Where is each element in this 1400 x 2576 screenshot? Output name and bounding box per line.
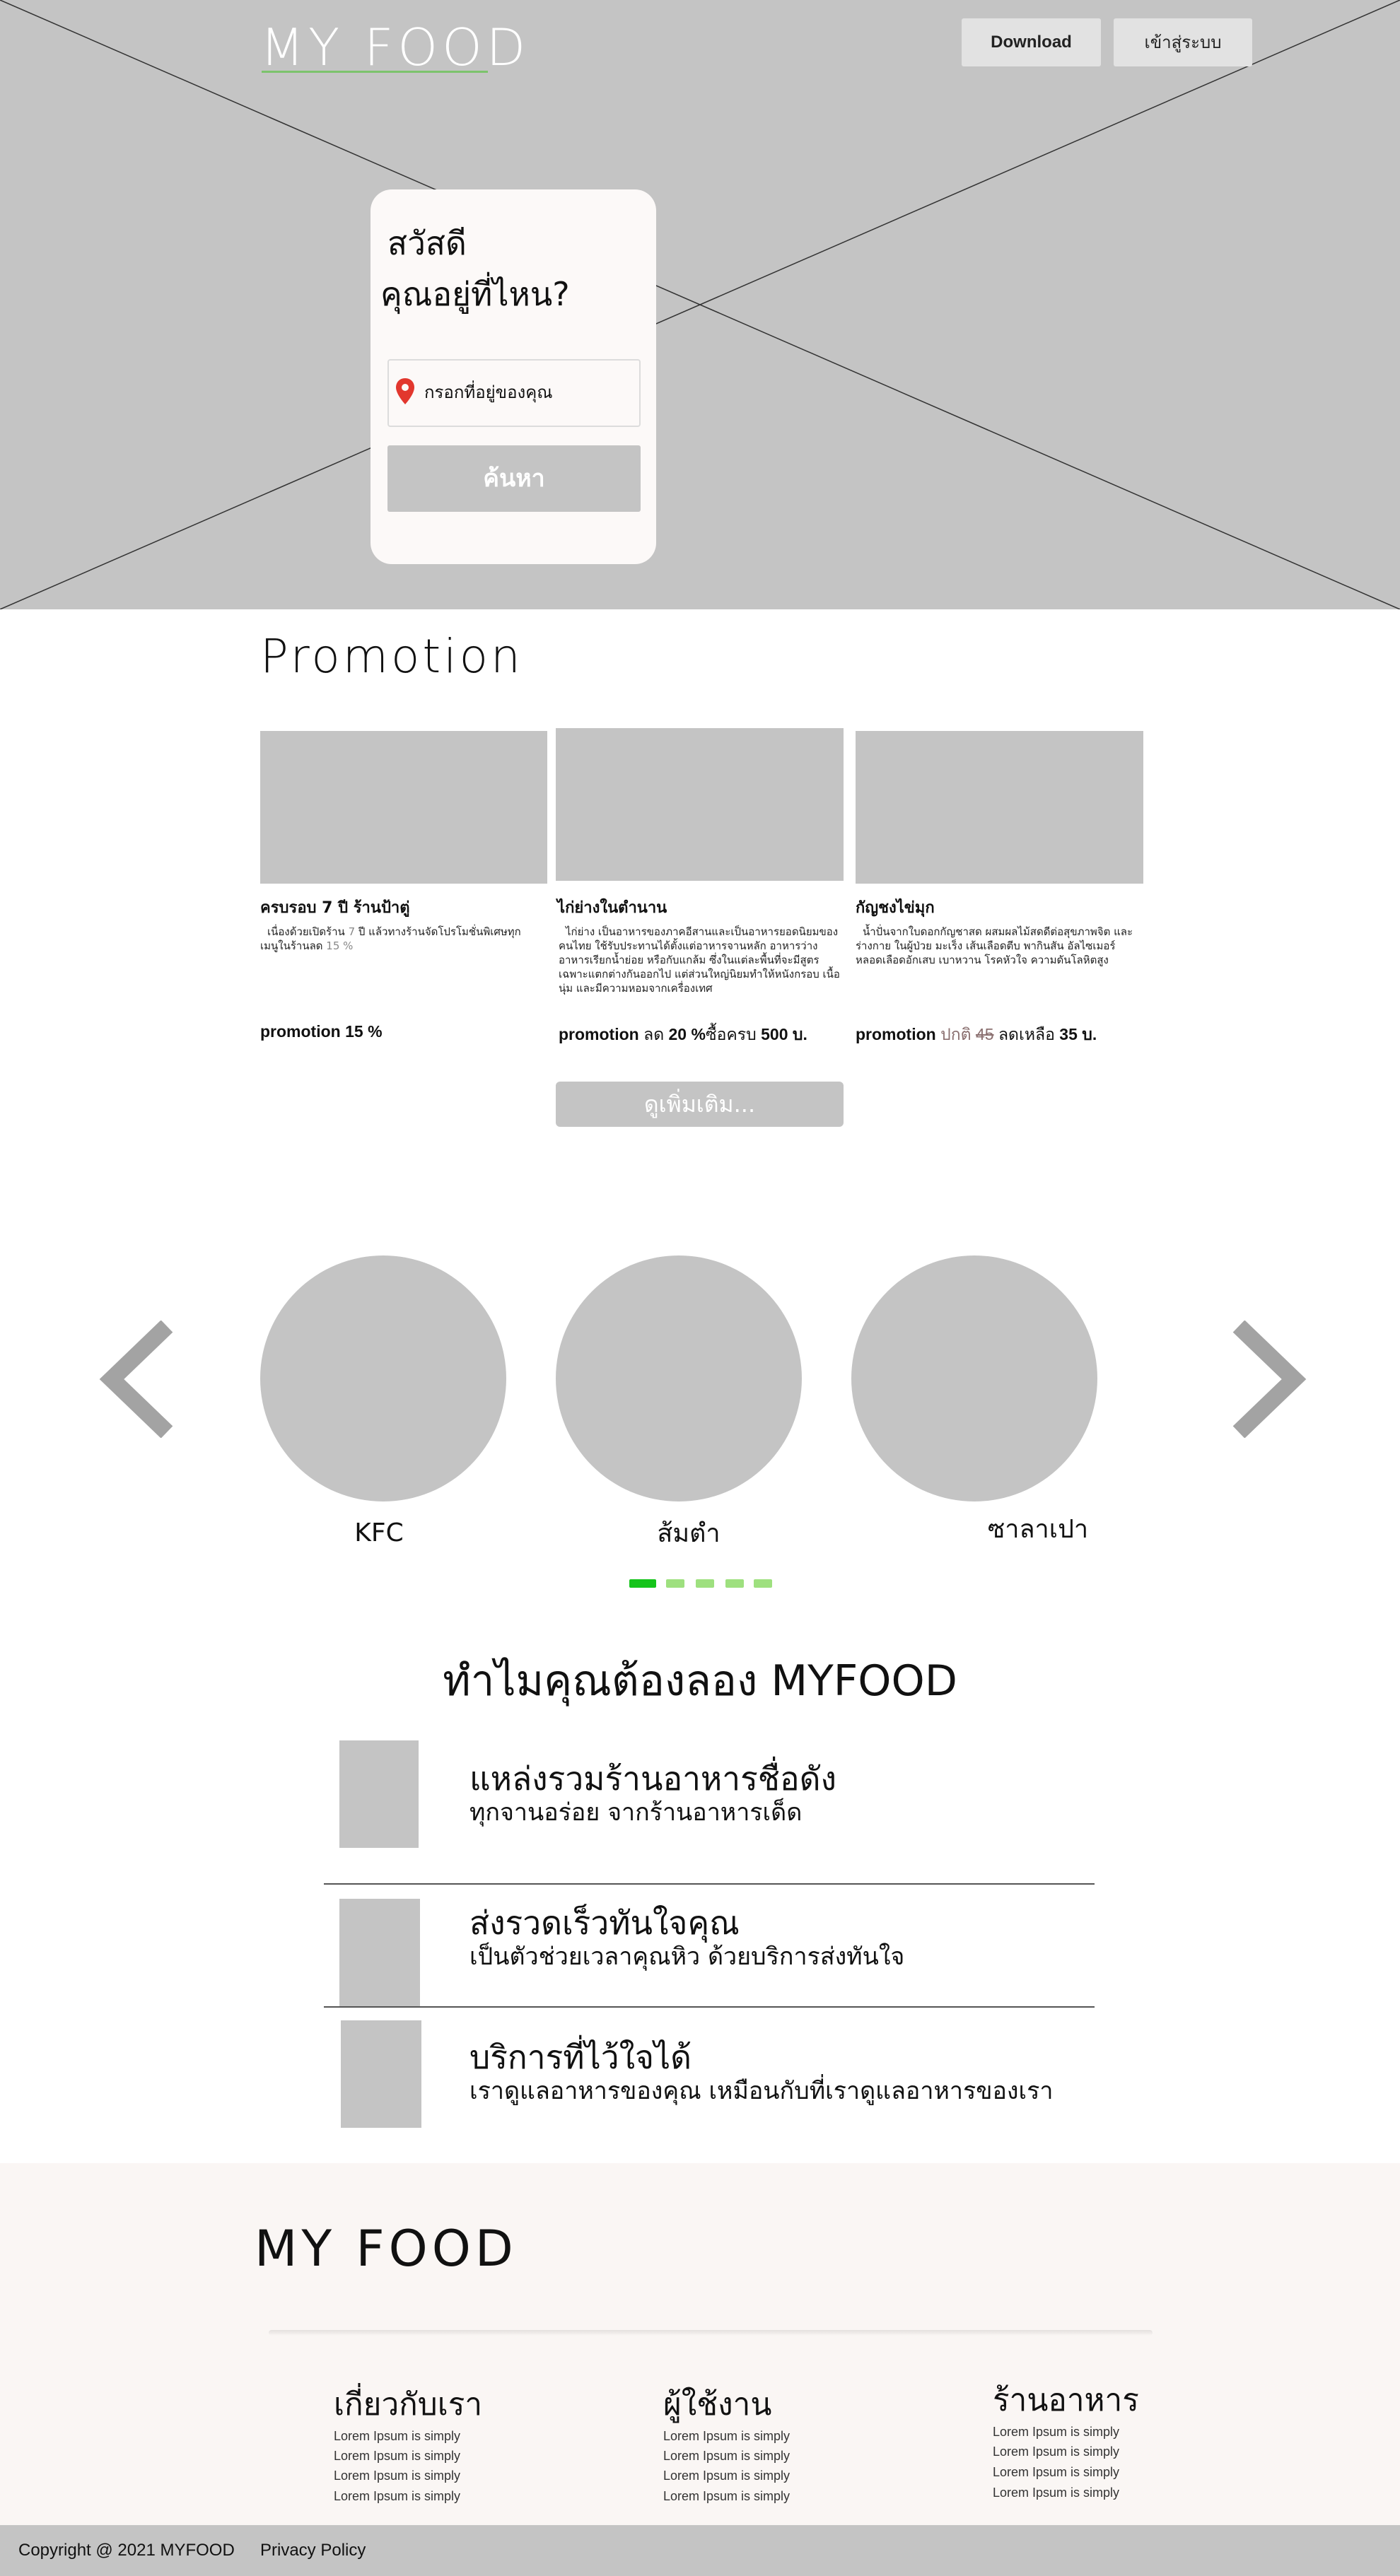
hero-placeholder-image	[0, 0, 1400, 609]
footer-link[interactable]: Lorem Ipsum is simply	[993, 2425, 1119, 2440]
location-pin-icon	[396, 378, 414, 404]
promo-image[interactable]	[260, 731, 547, 884]
carousel-dot[interactable]	[696, 1579, 714, 1588]
promo-name[interactable]: ไก่ย่างในตำนาน	[557, 895, 667, 920]
why-title: ทำไมคุณต้องลอง MYFOOD	[443, 1656, 957, 1706]
feature-image	[339, 1740, 419, 1848]
promo-offer: promotion 15 %	[260, 1022, 383, 1041]
footer-link[interactable]: Lorem Ipsum is simply	[663, 2449, 790, 2464]
feature-image	[341, 2020, 421, 2128]
footer-link[interactable]: Lorem Ipsum is simply	[663, 2429, 790, 2444]
footer-link[interactable]: Lorem Ipsum is simply	[993, 2486, 1119, 2500]
restaurant-name[interactable]: ส้มตำ	[583, 1513, 795, 1553]
promo-image[interactable]	[856, 731, 1143, 884]
footer-divider	[269, 2330, 1153, 2336]
search-button[interactable]: ค้นหา	[387, 445, 641, 512]
promo-name[interactable]: ครบรอบ 7 ปี ร้านป้าตู่	[260, 895, 410, 920]
download-button[interactable]: Download	[962, 18, 1101, 66]
promo-description: ไก่ย่าง เป็นอาหารของภาคอีสานและเป็นอาหาร…	[559, 925, 840, 995]
promo-description: น้ำปั่นจากใบดอกกัญชาสด ผสมผลไม้สดดีต่อสุ…	[856, 925, 1133, 966]
footer-link[interactable]: Lorem Ipsum is simply	[993, 2445, 1119, 2459]
feature-heading: ส่งรวดเร็วทันใจคุณ	[469, 1904, 740, 1942]
restaurant-image[interactable]	[260, 1255, 506, 1501]
carousel-dot[interactable]	[725, 1579, 744, 1588]
restaurant-image[interactable]	[851, 1255, 1097, 1501]
feature-subtitle: เป็นตัวช่วยเวลาคุณหิว ด้วยบริการส่งทันใจ	[469, 1943, 905, 1971]
hero-banner	[0, 0, 1400, 609]
restaurant-image[interactable]	[556, 1255, 802, 1501]
promo-offer: promotion ลด 20 %ซื้อครบ 500 บ.	[559, 1025, 807, 1043]
footer-column-title: ร้านอาหาร	[993, 2382, 1139, 2418]
restaurant-name[interactable]: ซาลาเปา	[932, 1509, 1144, 1549]
footer-link[interactable]: Lorem Ipsum is simply	[663, 2489, 790, 2504]
feature-subtitle: ทุกจานอร่อย จากร้านอาหารเด็ด	[469, 1798, 803, 1827]
footer-column-title: ผู้ใช้งาน	[663, 2387, 772, 2423]
location-question: คุณอยู่ที่ไหน?	[380, 275, 570, 313]
feature-subtitle: เราดูแลอาหารของคุณ เหมือนกับที่เราดูแลอา…	[469, 2077, 1054, 2105]
login-button[interactable]: เข้าสู่ระบบ	[1114, 18, 1252, 66]
logo-underline	[262, 71, 488, 73]
privacy-policy-link[interactable]: Privacy Policy	[260, 2541, 366, 2560]
chevron-right-icon[interactable]	[1229, 1321, 1307, 1438]
chevron-left-icon[interactable]	[99, 1321, 177, 1438]
footer-link[interactable]: Lorem Ipsum is simply	[663, 2469, 790, 2483]
address-placeholder[interactable]: กรอกที่อยู่ของคุณ	[424, 380, 553, 404]
promo-offer: promotion ปกติ 45 ลดเหลือ 35 บ.	[856, 1025, 1097, 1043]
divider	[324, 1883, 1095, 1885]
site-logo[interactable]: MY FOOD	[260, 16, 530, 79]
copyright-text: Copyright @ 2021 MYFOOD	[18, 2541, 235, 2560]
feature-image	[339, 1899, 420, 2006]
footer-link[interactable]: Lorem Ipsum is simply	[334, 2469, 460, 2483]
promo-image[interactable]	[556, 728, 844, 881]
promo-description: เนื่องด้วยเปิดร้าน 7 ปี แล้วทางร้านจัดโป…	[260, 925, 521, 952]
divider	[324, 2006, 1095, 2008]
promotion-title: Promotion	[260, 629, 523, 684]
footer-link[interactable]: Lorem Ipsum is simply	[334, 2429, 460, 2444]
carousel-dot[interactable]	[666, 1579, 684, 1588]
restaurant-name[interactable]: KFC	[273, 1518, 485, 1547]
footer-link[interactable]: Lorem Ipsum is simply	[334, 2449, 460, 2464]
feature-heading: แหล่งรวมร้านอาหารชื่อดัง	[469, 1760, 836, 1798]
greeting-text: สวัสดี	[387, 224, 467, 262]
footer-link[interactable]: Lorem Ipsum is simply	[334, 2489, 460, 2504]
carousel-dot[interactable]	[754, 1579, 772, 1588]
footer-logo[interactable]: MY FOOD	[255, 2220, 518, 2278]
see-more-button[interactable]: ดูเพิ่มเติม...	[556, 1082, 844, 1127]
promo-name[interactable]: กัญชงไข่มุก	[856, 895, 935, 920]
feature-heading: บริการที่ไว้ใจได้	[469, 2038, 692, 2076]
footer-link[interactable]: Lorem Ipsum is simply	[993, 2465, 1119, 2480]
footer-column-title: เกี่ยวกับเรา	[334, 2387, 483, 2423]
carousel-dot-active[interactable]	[629, 1579, 656, 1588]
